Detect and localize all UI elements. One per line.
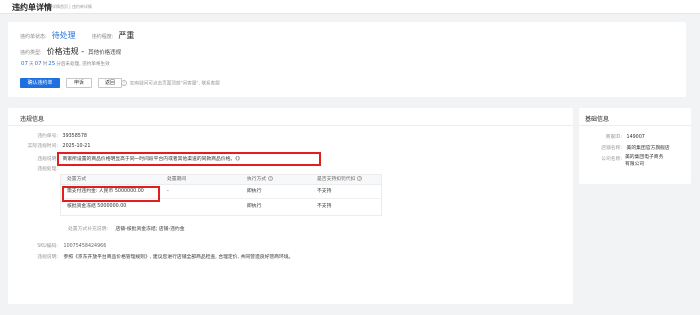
merchant-id-label: 商家ID: (605, 135, 622, 140)
handling-note-row: 处置方式补充说明: 店铺-核批资金冻结; 店铺-违约金 (68, 225, 185, 232)
highlight-box-penalty (62, 186, 160, 202)
countdown-minutes: 25 (48, 61, 56, 67)
question-icon[interactable]: ? (357, 176, 363, 181)
handling-note-value: 店铺-核批资金冻结; 店铺-违约金 (115, 227, 185, 232)
table-header-cell: 执行方式? (247, 175, 274, 184)
confirm-violation-button[interactable]: 确认违约单 (20, 78, 60, 88)
type-sub: 其他价格违规 (88, 50, 122, 56)
advice-label: 违规说明: (37, 255, 58, 260)
table-header-cell: 是否支持扣罚代扣? (317, 175, 363, 184)
status-label: 违约单状态: (20, 34, 47, 40)
countdown-suffix: 分后未处理, 违约单将生效 (56, 62, 110, 67)
violation-desc-label: 违规说明: (37, 157, 58, 162)
countdown-hours-unit: 时 (42, 62, 48, 67)
table-header-cell: 处置方式 (67, 177, 87, 182)
merchant-id-row: 商家ID: 149007 (579, 133, 645, 140)
sku-value[interactable]: 10075458424966 (64, 244, 107, 249)
status-row: 违约单状态: 待处理 违约程度: 严重 (20, 30, 138, 41)
violation-summary-card: 违约单状态: 待处理 违约程度: 严重 违约类型: 价格违规 - 其他价格违规 … (8, 22, 686, 97)
info-icon: ! (121, 80, 127, 86)
shop-name-label: 店铺名称: (601, 146, 622, 151)
type-value: 价格违规 - (46, 47, 85, 56)
handling-note-label: 处置方式补充说明: (68, 227, 108, 232)
page-title: 违约单详情 (12, 3, 52, 12)
table-header-label: 执行方式 (247, 177, 267, 182)
company-name-label: 公司名称: (601, 157, 622, 162)
app-root: 违约单详情 详情首页 | 违约单详情 违约单状态: 待处理 违约程度: 严重 违… (0, 0, 700, 315)
countdown-days-unit: 天 (29, 62, 34, 67)
back-button[interactable]: 返回 (98, 78, 122, 88)
table-header-label: 是否支持扣罚代扣 (317, 177, 356, 182)
type-row: 违约类型: 价格违规 - 其他价格违规 (20, 46, 121, 57)
table-header: 处置方式 处置期间 执行方式? 是否支持扣罚代扣? (61, 175, 381, 185)
basic-section-title: 基础信息 (585, 116, 610, 123)
help-hint: ! 如有疑问可点击页面顶部"问客服", 联系客服 (121, 80, 220, 87)
status-value: 待处理 (51, 31, 76, 40)
violation-handling-row: 违规处理: (8, 165, 58, 172)
violation-handling-label: 违规处理: (37, 167, 58, 172)
countdown: 07 天 07 时 25 分后未处理, 违约单将生效 (20, 61, 110, 67)
section-divider (8, 125, 573, 126)
help-hint-text: 如有疑问可点击页面顶部"问客服", 联系客服 (130, 81, 220, 87)
table-cell: 即执行 (247, 204, 262, 209)
advice-row: 违规说明: 参照《京东开放平台商品价格管理规则》, 建议您进行店铺全部商品检查,… (8, 253, 293, 260)
violation-section-title: 违规信息 (20, 116, 45, 123)
company-name-row: 公司名称: (579, 155, 622, 162)
advice-value: 参照《京东开放平台商品价格管理规则》, 建议您进行店铺全部商品检查, 合理定价,… (63, 255, 294, 260)
question-icon[interactable]: ? (268, 176, 274, 181)
countdown-hours: 07 (34, 61, 42, 67)
level-value: 严重 (118, 31, 135, 40)
highlight-box-description (57, 152, 321, 166)
countdown-days: 07 (21, 61, 28, 67)
basic-info-card: 基础信息 商家ID: 149007 店铺名称: 美的集团官方旗舰店 公司名称: … (579, 108, 691, 184)
violation-time-value: 2025-10-21 (62, 144, 91, 149)
violation-info-card: 违规信息 违约单号: 39358578 实际违规时间: 2025-10-21 违… (8, 108, 573, 304)
table-cell: 即执行 (247, 189, 262, 194)
table-cell: - (167, 189, 169, 194)
breadcrumb[interactable]: 详情首页 | 违约单详情 (52, 4, 92, 10)
table-cell: 不支持 (317, 204, 332, 209)
sku-label: SKU编码: (37, 244, 58, 249)
order-number-row: 违约单号: 39358578 (8, 132, 87, 139)
table-header-cell: 处置期间 (167, 177, 187, 182)
type-label: 违约类型: (20, 50, 42, 56)
shop-name-row: 店铺名称: 美的集团官方旗舰店 (579, 144, 670, 151)
sku-row: SKU编码: 10075458424966 (8, 242, 106, 249)
order-number-value: 39358578 (62, 134, 87, 139)
shop-name-value: 美的集团官方旗舰店 (626, 146, 670, 151)
section-divider (579, 125, 691, 126)
order-number-label: 违约单号: (37, 134, 58, 139)
violation-time-label: 实际违规时间: (27, 144, 58, 149)
level-label: 违约程度: (91, 34, 114, 40)
merchant-id-value: 149007 (626, 135, 645, 140)
table-cell: 不支持 (317, 189, 332, 194)
appeal-button[interactable]: 申诉 (66, 78, 92, 88)
company-name-value: 美的集团电子商务有限公司 (625, 155, 664, 167)
violation-time-row: 实际违规时间: 2025-10-21 (8, 142, 91, 149)
top-bar: 违约单详情 详情首页 | 违约单详情 (0, 0, 700, 14)
